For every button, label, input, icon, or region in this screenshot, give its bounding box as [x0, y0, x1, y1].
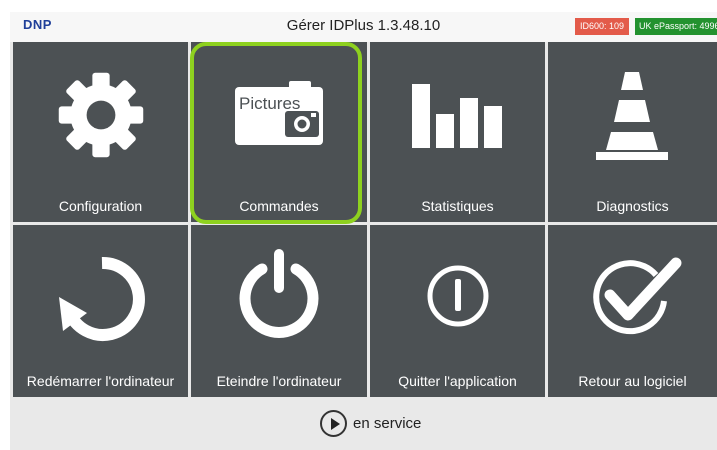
passport-count-badge: UK ePassport: 4996: [635, 18, 717, 35]
printer-count-badge: ID600: 109: [575, 18, 630, 35]
tile-label: Diagnostics: [596, 198, 669, 214]
statistiques-tile[interactable]: Statistiques: [370, 42, 545, 222]
gear-icon: [58, 72, 144, 158]
shutdown-tile[interactable]: Eteindre l'ordinateur: [191, 225, 367, 397]
bar-chart-icon: [412, 84, 502, 148]
tile-label: Statistiques: [421, 198, 494, 214]
tile-label: Configuration: [58, 198, 143, 214]
restart-tile[interactable]: Redémarrer l'ordinateur: [13, 225, 188, 397]
pictures-camera-icon: [235, 81, 323, 145]
header-bar: DNP Gérer IDPlus 1.3.48.10 ID600: 109 UK…: [10, 12, 717, 42]
status-label: en service: [353, 414, 422, 432]
return-software-tile[interactable]: Retour au logiciel: [548, 225, 717, 397]
traffic-cone-icon: [596, 72, 668, 160]
power-icon: [239, 249, 319, 338]
diagnostics-tile[interactable]: Diagnostics: [548, 42, 717, 222]
tile-label: Redémarrer l'ordinateur: [26, 373, 175, 389]
app-window: DNP Gérer IDPlus 1.3.48.10 ID600: 109 UK…: [10, 12, 717, 450]
tile-label: Commandes: [239, 198, 319, 214]
commandes-tile[interactable]: Pictures Commandes: [191, 42, 367, 222]
tile-label: Eteindre l'ordinateur: [216, 373, 342, 389]
exit-icon: [427, 265, 489, 327]
status-bar: en service: [10, 398, 717, 450]
play-circle-icon: [320, 409, 347, 437]
configuration-tile[interactable]: Configuration: [13, 42, 188, 222]
restart-icon: [59, 256, 145, 341]
tile-label: Retour au logiciel: [578, 373, 687, 389]
service-status[interactable]: en service: [320, 408, 421, 438]
pictures-label: Pictures: [239, 94, 301, 113]
quit-application-tile[interactable]: Quitter l'application: [370, 225, 545, 397]
tile-label: Quitter l'application: [398, 373, 517, 389]
checkmark-icon: [593, 257, 682, 335]
menu-grid: Configuration Pictures Commandes Statist…: [10, 42, 717, 398]
